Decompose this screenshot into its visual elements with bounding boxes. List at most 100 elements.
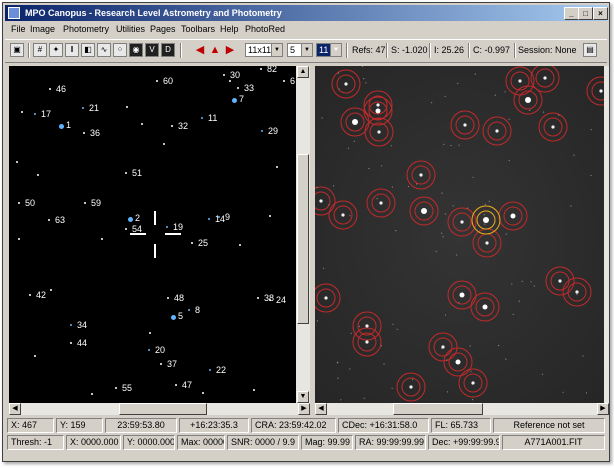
- star-marker: [260, 68, 262, 70]
- faint-star: [50, 289, 52, 291]
- noise-speck: [457, 82, 459, 85]
- file-name: A771A001.FIT: [502, 435, 605, 450]
- grid-icon[interactable]: #: [33, 43, 47, 57]
- noise-speck: [363, 397, 365, 399]
- noise-speck: [590, 129, 592, 131]
- image-horizontal-scrollbar[interactable]: ◀ ▶: [315, 403, 609, 415]
- noise-speck: [338, 88, 340, 90]
- star-marker: [125, 228, 127, 230]
- menu-file[interactable]: File: [11, 24, 26, 34]
- image-star: [558, 279, 562, 283]
- menu-photored[interactable]: PhotoRed: [245, 24, 285, 34]
- noise-speck: [469, 345, 471, 347]
- noise-speck: [582, 355, 584, 357]
- star-label: 32: [178, 121, 189, 131]
- star-y: Y: 0000.000: [123, 435, 175, 450]
- chart-horizontal-scrollbar[interactable]: ◀ ▶: [9, 403, 310, 415]
- menu-photometry[interactable]: Photometry: [63, 24, 109, 34]
- center-dec: CDec: +16:31:58.0: [338, 418, 429, 433]
- star-label: 34: [77, 320, 88, 330]
- bright-star: [510, 213, 516, 219]
- star-label: 59: [91, 198, 102, 208]
- noise-speck: [446, 359, 448, 361]
- star-chart-pane[interactable]: 46 60 30 82 6 33 7 17 1 21 11 32 29 36 51 50 59 63 2 54 19 14…: [9, 66, 296, 403]
- image-star: [341, 213, 345, 217]
- noise-speck: [442, 236, 444, 238]
- star-marker: [125, 172, 127, 174]
- scroll-left-icon[interactable]: ◀: [9, 403, 21, 415]
- scroll-down-icon[interactable]: ▼: [297, 391, 309, 403]
- menu-toolbars[interactable]: Toolbars: [181, 24, 215, 34]
- noise-speck: [484, 203, 486, 205]
- image-star: [463, 123, 467, 127]
- toolbar-separator: [28, 43, 30, 58]
- chevron-down-icon: ▼: [271, 44, 282, 56]
- noise-speck: [347, 147, 349, 149]
- toolbar-separator: [386, 43, 388, 58]
- arrow-right-icon[interactable]: ▶: [223, 43, 237, 57]
- noise-speck: [508, 118, 510, 120]
- noise-speck: [444, 213, 446, 215]
- image-pane[interactable]: [315, 66, 604, 403]
- faint-star: [239, 244, 241, 246]
- scroll-left-icon[interactable]: ◀: [315, 403, 327, 415]
- image-vertical-scrollbar[interactable]: [604, 66, 609, 403]
- curve-icon[interactable]: ∿: [97, 43, 111, 57]
- star-label: 1: [66, 120, 72, 130]
- arrow-left-icon[interactable]: ◀: [193, 43, 207, 57]
- scroll-thumb[interactable]: [297, 154, 309, 324]
- crosshair-right: [165, 233, 181, 235]
- faint-star: [34, 355, 36, 357]
- noise-speck: [441, 192, 443, 194]
- scroll-right-icon[interactable]: ▶: [298, 403, 310, 415]
- open-image-icon[interactable]: ▣: [10, 43, 24, 57]
- star-max: Max: 00000: [177, 435, 225, 450]
- menu-pages[interactable]: Pages: [150, 24, 176, 34]
- star-marker: [128, 217, 133, 222]
- noise-speck: [458, 144, 460, 146]
- scroll-thumb[interactable]: [119, 403, 207, 415]
- maximize-button[interactable]: □: [578, 7, 593, 20]
- minimize-button[interactable]: _: [564, 7, 579, 20]
- d-icon[interactable]: D: [161, 43, 175, 57]
- noise-speck: [380, 345, 382, 347]
- menu-utilities[interactable]: Utilities: [116, 24, 145, 34]
- star-mag: Mag: 99.99: [301, 435, 353, 450]
- noise-speck: [322, 267, 325, 269]
- image-star: [409, 385, 413, 389]
- image-star: [377, 130, 381, 134]
- star-label: 47: [182, 380, 193, 390]
- bars-icon[interactable]: ‖: [65, 43, 79, 57]
- menu-help[interactable]: Help: [220, 24, 239, 34]
- status-bar-bottom: Thresh: -1 X: 0000.000 Y: 0000.000 Max: …: [7, 435, 605, 451]
- toolbar-separator: [180, 43, 182, 58]
- star-marker: [171, 125, 173, 127]
- menu-image[interactable]: Image: [30, 24, 55, 34]
- target-icon[interactable]: ◉: [129, 43, 143, 57]
- scroll-thumb[interactable]: [393, 403, 483, 415]
- image-star: [485, 241, 489, 245]
- noise-speck: [467, 207, 469, 209]
- star-marker: [83, 132, 85, 134]
- star-field-icon[interactable]: ✦: [49, 43, 63, 57]
- cursor-dec: +16:23:35.3: [179, 418, 249, 433]
- scroll-up-icon[interactable]: ▲: [297, 66, 309, 78]
- arrow-up-icon[interactable]: ▲: [208, 43, 222, 57]
- close-button[interactable]: ×: [593, 7, 608, 20]
- dots-icon[interactable]: ⁘: [113, 43, 127, 57]
- v-icon[interactable]: V: [145, 43, 159, 57]
- noise-speck: [358, 325, 360, 327]
- compare-icon[interactable]: ◧: [81, 43, 95, 57]
- faint-star: [91, 393, 93, 395]
- chart-vertical-scrollbar[interactable]: ▲ ▼: [296, 66, 310, 403]
- toolbar-separator: [514, 43, 516, 58]
- image-star: [599, 89, 603, 93]
- aperture-select[interactable]: 5 ▼: [287, 43, 313, 57]
- calculator-icon[interactable]: ▤: [583, 43, 597, 57]
- color-select[interactable]: 11 ▼: [316, 43, 342, 57]
- star-marker: [82, 107, 84, 109]
- star-label: 29: [268, 126, 279, 136]
- grid-size-select[interactable]: 11x11 ▼: [245, 43, 283, 57]
- image-star: [460, 220, 464, 224]
- scroll-right-icon[interactable]: ▶: [597, 403, 609, 415]
